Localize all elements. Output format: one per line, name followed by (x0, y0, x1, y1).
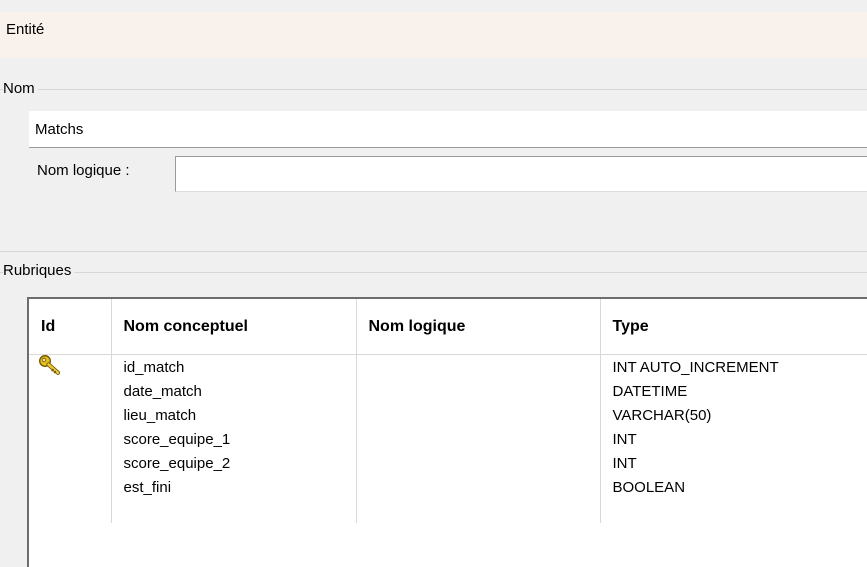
id-cell[interactable] (29, 427, 112, 451)
nom-logique-cell[interactable] (356, 499, 601, 523)
table-row-empty[interactable] (29, 499, 867, 523)
type-cell[interactable]: VARCHAR(50) (600, 403, 867, 427)
rubriques-grid[interactable]: Id Nom conceptuel Nom logique Type id_ma… (27, 297, 867, 567)
nom-conceptuel-cell[interactable]: lieu_match (111, 403, 357, 427)
nom-conceptuel-cell[interactable]: score_equipe_2 (111, 451, 357, 475)
type-cell[interactable]: INT AUTO_INCREMENT (600, 354, 867, 379)
nom-logique-input[interactable] (175, 156, 867, 192)
type-cell[interactable] (600, 499, 867, 523)
header-title: Entité (6, 21, 45, 38)
nom-logique-cell[interactable] (356, 475, 601, 499)
nom-conceptuel-cell[interactable]: date_match (111, 379, 357, 403)
table-row[interactable]: score_equipe_1 INT (29, 427, 867, 451)
nom-logique-cell[interactable] (356, 379, 601, 403)
column-header-id[interactable]: Id (29, 299, 112, 355)
rubriques-group-border (0, 251, 867, 252)
nom-group-border (0, 89, 867, 90)
entity-header: Entité (0, 12, 867, 58)
type-cell[interactable]: DATETIME (600, 379, 867, 403)
id-cell[interactable] (29, 379, 112, 403)
nom-conceptuel-cell[interactable]: score_equipe_1 (111, 427, 357, 451)
type-cell[interactable]: INT (600, 451, 867, 475)
nom-logique-cell[interactable] (356, 451, 601, 475)
key-icon (39, 355, 61, 375)
table-header-row: Id Nom conceptuel Nom logique Type (29, 299, 867, 355)
nom-logique-cell[interactable] (356, 403, 601, 427)
nom-logique-cell[interactable] (356, 354, 601, 379)
column-header-nom-logique[interactable]: Nom logique (356, 299, 601, 355)
nom-input[interactable] (29, 111, 867, 148)
nom-logique-label: Nom logique : (37, 162, 130, 179)
nom-logique-cell[interactable] (356, 427, 601, 451)
nom-conceptuel-cell[interactable]: est_fini (111, 475, 357, 499)
id-cell[interactable] (29, 403, 112, 427)
id-cell[interactable] (29, 475, 112, 499)
type-cell[interactable]: INT (600, 427, 867, 451)
id-cell[interactable] (29, 354, 112, 379)
table-row[interactable]: score_equipe_2 INT (29, 451, 867, 475)
rubriques-group-label: Rubriques (3, 262, 75, 279)
table-row[interactable]: est_fini BOOLEAN (29, 475, 867, 499)
table-row[interactable]: lieu_match VARCHAR(50) (29, 403, 867, 427)
type-cell[interactable]: BOOLEAN (600, 475, 867, 499)
table-row[interactable]: date_match DATETIME (29, 379, 867, 403)
nom-conceptuel-cell[interactable] (111, 499, 357, 523)
id-cell[interactable] (29, 499, 112, 523)
nom-group-label: Nom (3, 80, 38, 97)
table-row[interactable]: id_match INT AUTO_INCREMENT (29, 354, 867, 379)
nom-conceptuel-cell[interactable]: id_match (111, 354, 357, 379)
column-header-type[interactable]: Type (600, 299, 867, 355)
rubriques-title-line (0, 272, 867, 273)
column-header-nom-conceptuel[interactable]: Nom conceptuel (111, 299, 357, 355)
id-cell[interactable] (29, 451, 112, 475)
rubriques-table: Id Nom conceptuel Nom logique Type id_ma… (29, 299, 867, 523)
